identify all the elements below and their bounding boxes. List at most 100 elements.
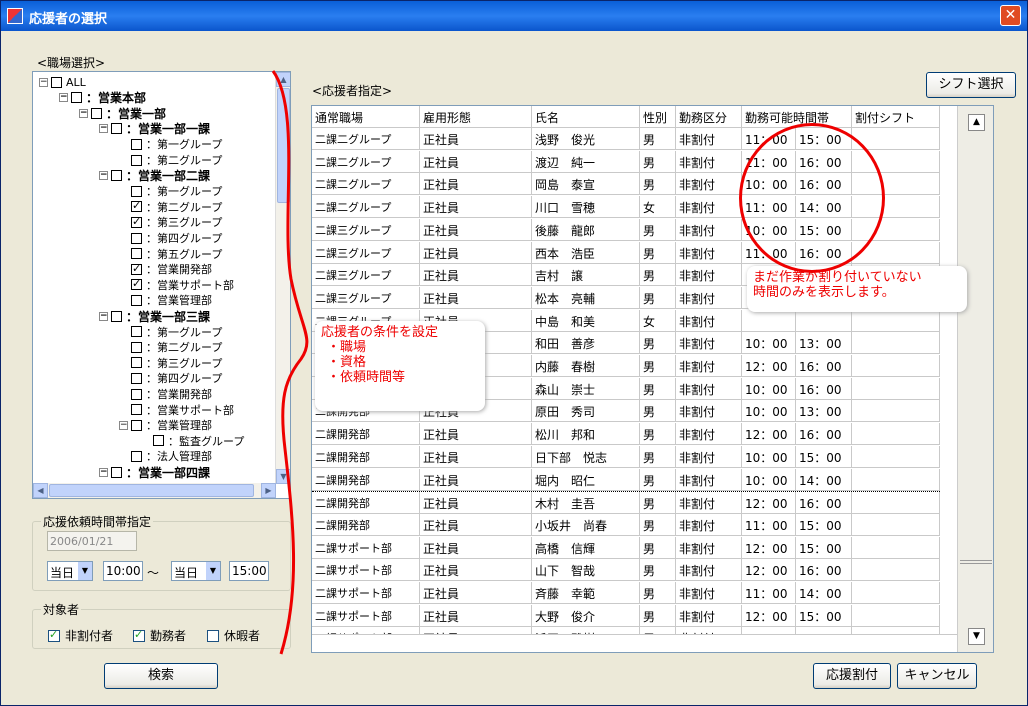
scroll-left-icon[interactable]: ◀	[33, 483, 48, 498]
tree-checkbox[interactable]	[111, 123, 122, 135]
tree-checkbox[interactable]	[131, 154, 142, 166]
tree-hscroll-thumb[interactable]	[49, 484, 254, 497]
tree-checkbox[interactable]	[131, 248, 142, 260]
table-row[interactable]: 二課開発部 正社員 堀内 昭仁男非割付 10：00 14：00	[312, 468, 940, 491]
tree-checkbox[interactable]	[131, 294, 142, 306]
tree-checkbox[interactable]	[131, 185, 142, 197]
tree-node[interactable]: ：監査グループ	[141, 434, 244, 448]
request-date-field[interactable]: 2006/01/21	[47, 531, 137, 551]
tree-node[interactable]: − ALL	[39, 75, 86, 89]
table-row[interactable]: 二課サポート部 正社員 高橋 信輝男非割付 12：00 15：00	[312, 536, 940, 559]
tree-node[interactable]: ：第二グループ	[119, 340, 222, 354]
table-row[interactable]: 二課サポート部 正社員 大野 俊介男非割付 12：00 15：00	[312, 604, 940, 627]
tree-node[interactable]: − ：営業管理部	[119, 418, 212, 432]
from-time-field[interactable]: 10:00	[103, 561, 143, 581]
tree-checkbox[interactable]	[111, 170, 122, 182]
tree-checkbox[interactable]	[131, 341, 142, 353]
close-button[interactable]: ✕	[1000, 5, 1021, 26]
assign-button[interactable]: 応援割付	[813, 663, 891, 689]
tree-checkbox[interactable]	[71, 92, 82, 104]
tree-horizontal-scrollbar[interactable]: ◀ ▶	[33, 483, 276, 498]
checkbox-box[interactable]	[207, 629, 219, 642]
column-header[interactable]: 勤務可能時間帯	[742, 106, 829, 128]
tree-checkbox[interactable]	[153, 435, 164, 447]
tree-checkbox[interactable]	[131, 357, 142, 369]
workplace-tree[interactable]: − ALL − ：営業本部 − ：営業一部 − ：営業一部一課 ：第一グループ ：第二グループ −：…	[32, 71, 291, 499]
tree-node[interactable]: − ：営業一部	[79, 106, 166, 121]
tree-checkbox[interactable]	[131, 262, 142, 275]
grid-scroll-thumb[interactable]	[960, 560, 992, 564]
from-day-select[interactable]: 当日 ▼	[47, 561, 93, 581]
tree-checkbox[interactable]	[131, 419, 142, 431]
checkbox-box[interactable]	[48, 628, 60, 642]
checkbox-on-leave[interactable]: 休暇者	[207, 627, 260, 644]
to-time-field[interactable]: 15:00	[229, 561, 269, 581]
search-button[interactable]: 検索	[104, 663, 218, 689]
tree-node[interactable]: − ：営業一部四課	[99, 465, 210, 480]
scroll-down-icon[interactable]: ▼	[968, 628, 985, 645]
chevron-down-icon[interactable]: ▼	[206, 562, 220, 580]
tree-checkbox[interactable]	[131, 232, 142, 244]
table-row[interactable]: 二課開発部 正社員 木村 圭吾男非割付 12：00 16：00	[312, 491, 940, 515]
tree-node[interactable]: ：第二グループ	[119, 153, 222, 167]
column-header[interactable]: 氏名	[532, 106, 640, 128]
tree-checkbox[interactable]	[51, 76, 62, 88]
tree-node[interactable]: − ：営業本部	[59, 91, 146, 105]
tree-checkbox[interactable]	[111, 310, 122, 322]
cancel-button[interactable]: キャンセル	[897, 663, 977, 689]
expand-icon[interactable]: −	[99, 467, 108, 477]
scroll-up-icon[interactable]: ▲	[968, 114, 985, 131]
tree-node[interactable]: − ：営業一部三課	[99, 309, 210, 324]
column-header[interactable]: 割付シフト	[852, 106, 940, 128]
tree-checkbox[interactable]	[131, 404, 142, 416]
tree-node[interactable]: ：営業サポート部	[119, 277, 234, 292]
tree-checkbox[interactable]	[131, 215, 142, 228]
tree-checkbox[interactable]	[131, 138, 142, 150]
expand-icon[interactable]: −	[99, 311, 108, 321]
tree-node[interactable]: ：第四グループ	[119, 231, 222, 245]
tree-node[interactable]: ：第一グループ	[119, 184, 222, 198]
table-row[interactable]: 二課サポート部 正社員 斉藤 幸範男非割付 11：00 14：00	[312, 582, 940, 604]
grid-vertical-scrollbar[interactable]: ▲ ▼	[957, 106, 993, 652]
expand-icon[interactable]: −	[79, 108, 88, 118]
table-row[interactable]: 二課開発部 正社員 小坂井 尚春男非割付 11：00 15：00	[312, 513, 940, 536]
tree-checkbox[interactable]	[131, 450, 142, 462]
column-header[interactable]: 勤務区分	[676, 106, 742, 128]
checkbox-worker[interactable]: 勤務者	[133, 627, 186, 644]
checkbox-non-assigned[interactable]: 非割付者	[48, 627, 113, 644]
to-day-select[interactable]: 当日 ▼	[171, 561, 221, 581]
column-header[interactable]: 雇用形態	[420, 106, 532, 128]
tree-node[interactable]: ：営業開発部	[119, 387, 212, 401]
expand-icon[interactable]: −	[59, 93, 68, 103]
tree-node[interactable]: ：第一グループ	[119, 137, 222, 151]
tree-node[interactable]: ：第一グループ	[119, 325, 222, 339]
tree-checkbox[interactable]	[111, 466, 122, 478]
tree-node[interactable]: ：第三グループ	[119, 356, 222, 370]
expand-icon[interactable]: −	[39, 77, 48, 87]
tree-node[interactable]: ：営業開発部	[119, 262, 212, 276]
tree-node[interactable]: − ：営業一部二課	[99, 169, 210, 183]
expand-icon[interactable]: −	[99, 124, 108, 134]
table-row[interactable]: 二課サポート部 正社員 山下 智哉男非割付 12：00 16：00	[312, 559, 940, 582]
tree-node[interactable]: ：営業サポート部	[119, 403, 234, 417]
expand-icon[interactable]: −	[99, 171, 108, 181]
table-row[interactable]: 二課開発部 正社員 日下部 悦志男非割付 10：00 15：00	[312, 445, 940, 468]
table-row[interactable]: 二課開発部 正社員 松川 邦和男非割付 12：00 16：00	[312, 423, 940, 446]
tree-node[interactable]: ：第二グループ	[119, 199, 222, 214]
expand-icon[interactable]: −	[119, 420, 128, 430]
tree-node[interactable]: ：第三グループ	[119, 215, 222, 229]
tree-checkbox[interactable]	[91, 107, 102, 119]
tree-node[interactable]: ：第四グループ	[119, 371, 222, 385]
tree-checkbox[interactable]	[131, 326, 142, 338]
tree-checkbox[interactable]	[131, 372, 142, 384]
column-header[interactable]: 通常職場	[312, 106, 420, 128]
tree-checkbox[interactable]	[131, 277, 142, 291]
chevron-down-icon[interactable]: ▼	[78, 562, 92, 580]
shift-select-button[interactable]: シフト選択	[926, 72, 1016, 98]
tree-checkbox[interactable]	[131, 388, 142, 400]
column-header[interactable]: 性別	[640, 106, 676, 128]
tree-node[interactable]: − ：営業一部一課	[99, 122, 210, 136]
tree-node[interactable]: ：法人管理部	[119, 449, 212, 463]
checkbox-box[interactable]	[133, 628, 145, 642]
tree-checkbox[interactable]	[131, 199, 142, 213]
